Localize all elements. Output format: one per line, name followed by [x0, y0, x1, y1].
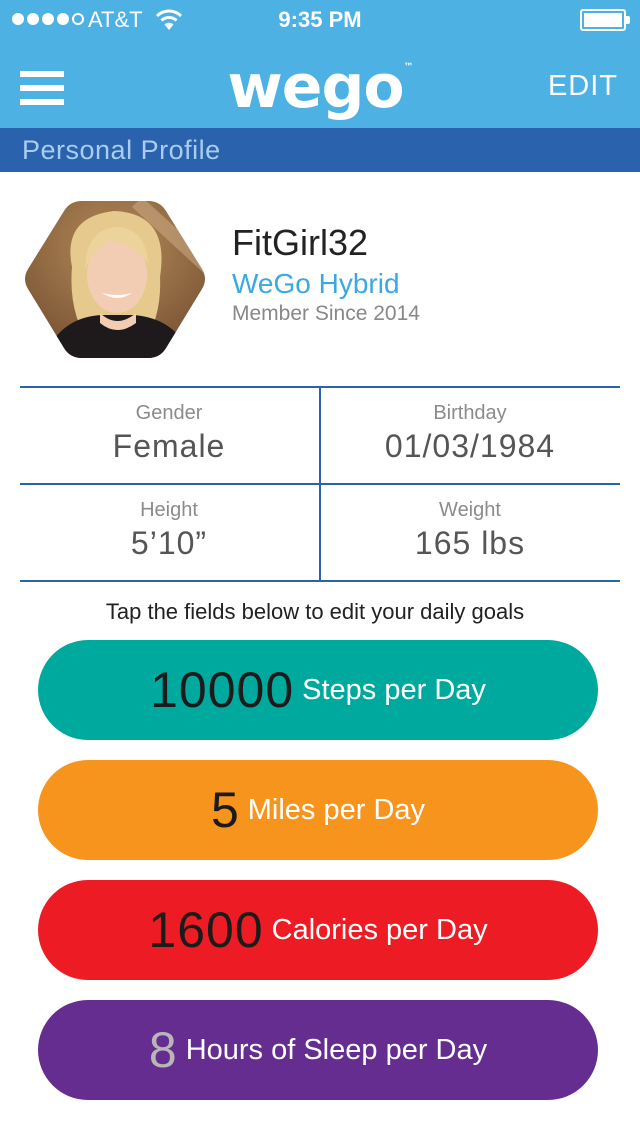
app-logo: wego™	[227, 52, 413, 122]
steps-goal-button[interactable]: 10000 Steps per Day	[38, 640, 598, 740]
goal-value: 1600	[148, 902, 264, 958]
gender-field[interactable]: Gender Female	[20, 388, 318, 484]
goal-unit: Calories per Day	[271, 914, 488, 946]
goals-hint: Tap the fields below to edit your daily …	[105, 599, 525, 624]
device-name: WeGo Hybrid	[232, 268, 400, 299]
goal-value: 10000	[150, 662, 295, 718]
section-title: Personal Profile	[0, 128, 640, 172]
height-field[interactable]: Height 5’10”	[20, 485, 318, 581]
calories-goal-button[interactable]: 1600 Calories per Day	[38, 880, 598, 980]
profile-avatar[interactable]	[22, 197, 208, 362]
goal-unit: Miles per Day	[247, 794, 426, 826]
battery-icon	[580, 9, 630, 31]
username: FitGirl32	[232, 222, 369, 263]
status-time: 9:35 PM	[278, 7, 362, 32]
weight-value: 165 lbs	[414, 525, 526, 561]
goal-unit: Steps per Day	[302, 674, 486, 706]
profile-details-grid: Gender Female Birthday 01/03/1984 Height…	[20, 386, 620, 582]
goal-value: 8	[148, 1022, 178, 1078]
weight-label: Weight	[439, 499, 501, 521]
member-since: Member Since 2014	[232, 302, 420, 325]
height-value: 5’10”	[130, 525, 208, 561]
birthday-label: Birthday	[433, 402, 507, 424]
height-label: Height	[140, 499, 198, 521]
goal-unit: Hours of Sleep per Day	[185, 1034, 488, 1066]
birthday-field[interactable]: Birthday 01/03/1984	[321, 388, 619, 484]
birthday-value: 01/03/1984	[384, 428, 556, 464]
edit-button[interactable]: EDIT	[548, 70, 618, 103]
miles-goal-button[interactable]: 5 Miles per Day	[38, 760, 598, 860]
gender-value: Female	[112, 428, 226, 464]
goal-value: 5	[210, 782, 240, 838]
gender-label: Gender	[135, 402, 203, 424]
status-bar: AT&T 9:35 PM	[0, 0, 640, 40]
weight-field[interactable]: Weight 165 lbs	[321, 485, 619, 581]
sleep-goal-button[interactable]: 8 Hours of Sleep per Day	[38, 1000, 598, 1100]
